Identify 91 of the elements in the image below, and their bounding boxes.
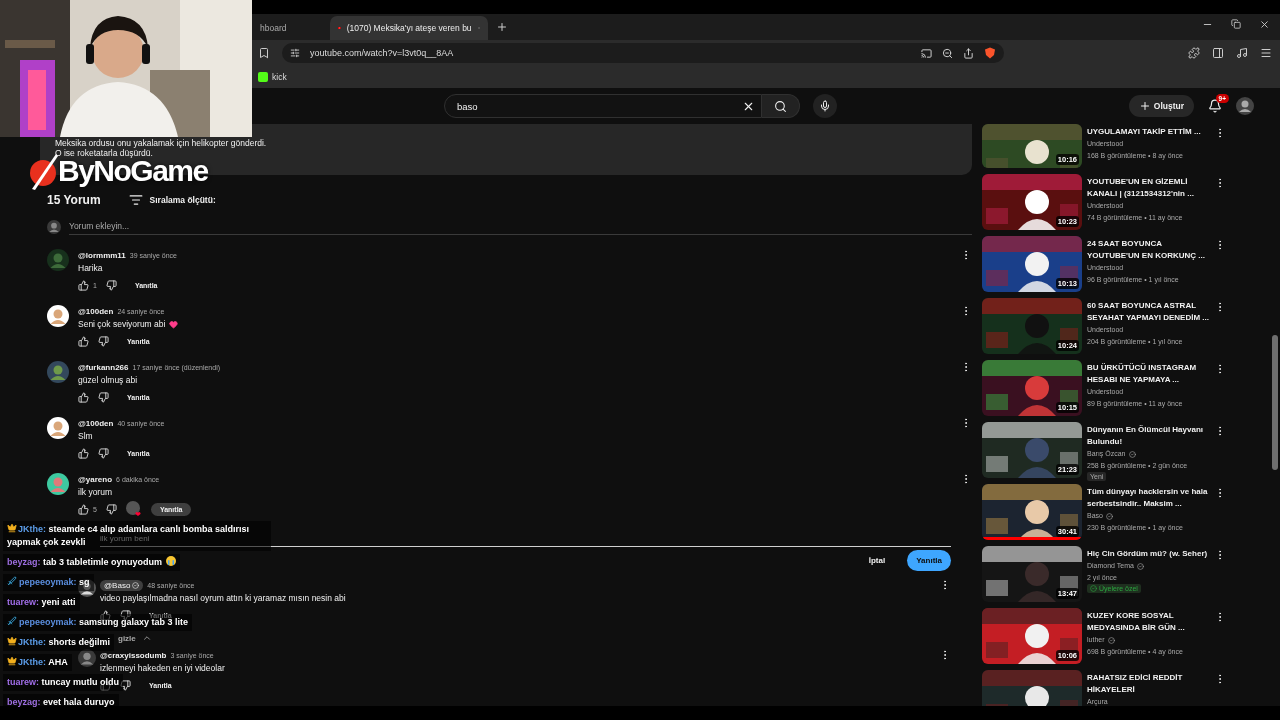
comment-author[interactable]: @craxyissodumb (100, 650, 167, 660)
avatar (47, 473, 69, 495)
search-field[interactable]: baso (455, 99, 736, 113)
avatar (47, 305, 69, 327)
browser-tab[interactable]: (1070) Meksika'yı ateşe veren bu (330, 16, 488, 40)
description-text: Meksika ordusu onu yakalamak için helikopter gönderdi. (55, 138, 267, 148)
avatar (47, 361, 69, 383)
search-button[interactable] (762, 94, 800, 118)
cancel-button[interactable]: İptal (862, 555, 892, 566)
chat-message: JKthe: AHA (3, 654, 72, 671)
menu-icon[interactable] (1260, 47, 1272, 59)
extensions-icon[interactable] (1188, 47, 1200, 59)
shield-icon[interactable] (984, 47, 996, 59)
mic-icon (819, 100, 831, 112)
video-title[interactable]: BU ÜRKÜTÜCÜ INSTAGRAM HESABI NE YAPMAYA ... (1087, 362, 1209, 386)
video-title[interactable]: RAHATSIZ EDİCİ REDDİT HİKAYELERİ (1087, 672, 1209, 696)
zoom-out-icon[interactable] (942, 47, 953, 59)
notifications-icon[interactable] (1208, 99, 1222, 113)
avatar (47, 249, 69, 271)
chat-message: beyzag: tab 3 tabletimle oynuyodum (3, 554, 181, 571)
site-settings-icon[interactable] (290, 48, 300, 58)
dislike-icon[interactable] (98, 391, 109, 403)
chat-message: pepeeoymak: sg (3, 574, 94, 591)
video-title[interactable]: Hiç Cin Gördüm mü? (w. Seher) (1087, 548, 1209, 560)
like-icon[interactable] (78, 447, 89, 459)
comment-text: Slm (78, 430, 93, 443)
chat-message: tuarew: tuncay mutlu oldu (3, 674, 124, 691)
video-title[interactable]: KUZEY KORE SOSYAL MEDYASINDA BİR GÜN ... (1087, 610, 1209, 634)
like-icon[interactable] (78, 335, 89, 347)
comment-text: ilk yorum (78, 486, 112, 499)
restore-icon[interactable] (1231, 19, 1241, 29)
creator-author[interactable]: @Baso (100, 579, 144, 591)
verified-icon (132, 581, 140, 589)
comment-text: Seni çok seviyorum abi (78, 318, 166, 331)
dislike-icon[interactable] (105, 503, 117, 515)
new-tab-icon[interactable] (496, 21, 508, 33)
cast-icon[interactable] (921, 47, 932, 59)
video-title[interactable]: Tüm dünyayı hacklersin ve hala serbestsindir.. Maksim ... (1087, 486, 1209, 510)
add-comment-field[interactable]: Yorum ekleyin... (69, 218, 972, 235)
video-title[interactable]: Dünyanın En Ölümcül Hayvanı Bulundu! (1087, 424, 1209, 448)
comment-author[interactable]: @yareno (78, 474, 113, 484)
description-text: O ise roketatarla düşürdü. (55, 148, 153, 158)
logo-text: ByNoGame (58, 157, 208, 185)
video-title[interactable]: 60 SAAT BOYUNCA ASTRAL SEYAHAT YAPMAYI DENEDİM ... (1087, 300, 1209, 324)
dislike-icon[interactable] (98, 335, 109, 347)
scrollbar-thumb[interactable] (1272, 335, 1278, 470)
comment-author[interactable]: @furkann266 (78, 362, 129, 372)
search-icon (774, 99, 787, 113)
share-icon[interactable] (963, 47, 974, 59)
avatar (47, 219, 61, 234)
logo-icon (28, 151, 60, 191)
avatar (47, 417, 69, 439)
account-avatar[interactable] (1236, 97, 1254, 115)
dislike-icon[interactable] (105, 279, 117, 291)
comment-author[interactable]: @lormmm11 (78, 250, 126, 260)
sort-button[interactable]: Sıralama ölçütü: (128, 193, 216, 207)
like-icon[interactable] (100, 609, 111, 621)
comment-author[interactable]: @100den (78, 306, 114, 316)
comment-count: 15 Yorum (47, 193, 101, 207)
reply-submit-button[interactable]: Yanıtla (907, 550, 951, 571)
avatar (78, 579, 96, 597)
sort-icon (128, 193, 143, 207)
like-icon[interactable] (78, 279, 89, 291)
chat-message: JKthe: shorts değilmi (3, 634, 115, 651)
create-button[interactable]: Oluştur (1128, 95, 1194, 117)
avatar (78, 649, 96, 667)
hide-replies-button[interactable]: gizle (118, 629, 152, 647)
caret-up-icon (141, 633, 152, 643)
comment-author[interactable]: @100den (78, 418, 114, 428)
video-title[interactable]: 24 SAAT BOYUNCA YOUTUBE'UN EN KORKUNÇ ... (1087, 238, 1209, 262)
bookmark-link[interactable]: kick (258, 72, 287, 82)
like-icon[interactable] (78, 391, 89, 403)
search-box[interactable]: baso (444, 94, 762, 118)
comment-text: Harika (78, 262, 103, 275)
dislike-icon[interactable] (98, 447, 109, 459)
video-title[interactable]: UYGULAMAYI TAKİP ETTİM ... (1087, 126, 1209, 138)
voice-search-button[interactable] (813, 94, 837, 118)
comment-text: güzel olmuş abi (78, 374, 138, 387)
sidebar-icon[interactable] (1212, 47, 1224, 59)
like-icon[interactable] (78, 503, 89, 515)
comment-text: izlenmeyi hakeden en iyi videolar (100, 662, 225, 675)
chat-message: tuarew: yeni atti (3, 594, 80, 611)
browser-tab[interactable]: hboard (252, 16, 330, 40)
plus-icon (1138, 100, 1151, 112)
address-bar[interactable]: youtube.com/watch?v=l3vt0q__8AA (282, 43, 1004, 63)
video-title[interactable]: YOUTUBE'UN EN GİZEMLİ KANALI | (3121534312'nin ... (1087, 176, 1209, 200)
comment-text: video paylaşılmadna nasıl oyrum attın ki yaramaz mısın nesin abi (100, 592, 346, 605)
dislike-icon[interactable] (120, 679, 131, 691)
bookmark-icon[interactable] (258, 47, 270, 59)
music-icon[interactable] (1236, 47, 1248, 59)
close-icon[interactable] (1259, 19, 1270, 30)
